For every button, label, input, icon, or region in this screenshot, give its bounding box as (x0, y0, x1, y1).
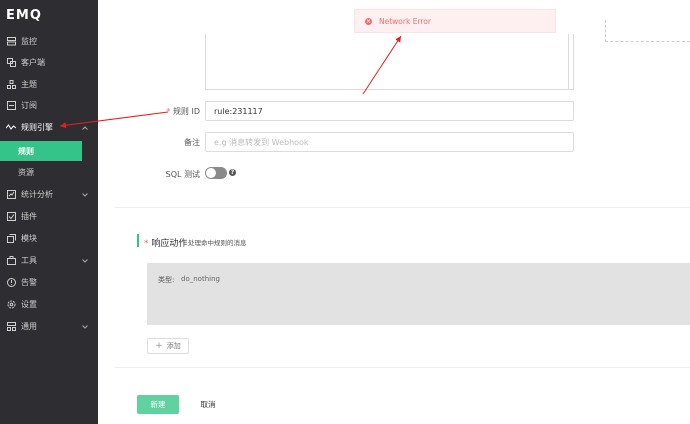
section-divider (115, 207, 690, 208)
sidebar-item-rule-engine[interactable]: 规则引擎 (0, 117, 98, 137)
topics-icon (6, 79, 16, 89)
rule-id-value: rule:231117 (214, 106, 263, 116)
section-accent-bar (137, 234, 139, 247)
sidebar: EMQ 监控 客户端 主题 订阅 规则引擎 规则 资源 统计分析 插件 模块 工… (0, 0, 98, 424)
actions-title-text: 响应动作 (151, 239, 188, 249)
analysis-icon (6, 189, 16, 199)
sidebar-item-analysis[interactable]: 统计分析 (0, 184, 98, 204)
error-icon: × (365, 17, 372, 25)
sidebar-item-label: 客户端 (21, 57, 45, 67)
sql-test-label: SQL 测试 (165, 170, 200, 179)
clients-icon (6, 57, 16, 67)
emq-logo[interactable]: EMQ (6, 8, 42, 23)
sidebar-item-topics[interactable]: 主题 (0, 74, 98, 94)
sidebar-item-label: 监控 (21, 36, 37, 46)
action-type-label: 类型: (158, 276, 175, 284)
sidebar-subitem-label: 规则 (18, 146, 34, 156)
toast-message: Network Error (379, 16, 431, 26)
sidebar-item-label: 模块 (21, 233, 37, 243)
sidebar-item-subscriptions[interactable]: 订阅 (0, 95, 98, 115)
sidebar-item-plugins[interactable]: 插件 (0, 206, 98, 226)
subscriptions-icon (6, 100, 16, 110)
tools-icon (6, 255, 16, 265)
sidebar-item-modules[interactable]: 模块 (0, 228, 98, 248)
sidebar-item-label: 订阅 (21, 100, 37, 110)
chevron-down-icon (82, 190, 88, 199)
alarm-icon (6, 277, 16, 287)
sidebar-item-label: 主题 (21, 79, 37, 89)
actions-section-title: * 响应动作 (144, 236, 187, 249)
chevron-down-icon (82, 256, 88, 265)
sidebar-item-label: 统计分析 (21, 189, 53, 199)
cancel-button[interactable]: 取消 (193, 395, 223, 414)
required-mark: * (166, 107, 171, 116)
sidebar-item-general[interactable]: 通用 (0, 316, 98, 336)
actions-section-subtitle: 处理命中规则的消息 (188, 239, 247, 247)
help-icon[interactable]: ? (229, 169, 236, 176)
sidebar-item-label: 插件 (21, 211, 37, 221)
create-button[interactable]: 新建 (137, 395, 179, 414)
rule-engine-icon (6, 122, 16, 132)
action-card[interactable] (147, 263, 690, 325)
sidebar-subitem-resources[interactable]: 资源 (0, 162, 82, 182)
remark-label: 备注 (184, 138, 200, 147)
sidebar-item-label: 通用 (21, 321, 37, 331)
rule-id-input[interactable]: rule:231117 (205, 101, 574, 121)
action-type-value: do_nothing (181, 275, 220, 283)
plugins-icon (6, 211, 16, 221)
sidebar-subitem-label: 资源 (18, 167, 34, 177)
plus-icon: + (155, 341, 163, 351)
sidebar-item-alarm[interactable]: 告警 (0, 272, 98, 292)
content-gutter (98, 0, 115, 424)
sidebar-item-clients[interactable]: 客户端 (0, 52, 98, 72)
chevron-down-icon (82, 322, 88, 331)
chevron-up-icon (82, 123, 88, 132)
add-action-label: 添加 (166, 342, 181, 350)
sidebar-item-label: 工具 (21, 255, 37, 265)
remark-input[interactable]: e.g 消息转发到 Webhook (205, 132, 574, 152)
rule-id-label-text: 规则 ID (172, 107, 200, 116)
toggle-knob (206, 168, 216, 178)
modules-icon (6, 233, 16, 243)
sql-test-toggle[interactable] (205, 167, 227, 179)
footer-divider (115, 367, 690, 368)
settings-icon (6, 299, 16, 309)
sidebar-item-label: 规则引擎 (21, 122, 53, 132)
sql-editor[interactable] (205, 34, 574, 90)
rule-id-label: * 规则 ID (160, 106, 200, 117)
sidebar-item-label: 设置 (21, 299, 37, 309)
general-icon (6, 321, 16, 331)
editor-scrollbar[interactable] (568, 34, 569, 90)
error-toast: × Network Error (354, 9, 556, 33)
sidebar-item-label: 告警 (21, 277, 37, 287)
add-action-button[interactable]: + 添加 (147, 338, 189, 354)
sidebar-item-settings[interactable]: 设置 (0, 294, 98, 314)
remark-placeholder: e.g 消息转发到 Webhook (214, 137, 309, 147)
required-mark: * (144, 239, 149, 249)
sidebar-item-tools[interactable]: 工具 (0, 250, 98, 270)
monitor-icon (6, 36, 16, 46)
sidebar-item-monitor[interactable]: 监控 (0, 31, 98, 51)
sidebar-subitem-rules[interactable]: 规则 (0, 141, 82, 161)
dashed-panel-edge (605, 20, 690, 42)
